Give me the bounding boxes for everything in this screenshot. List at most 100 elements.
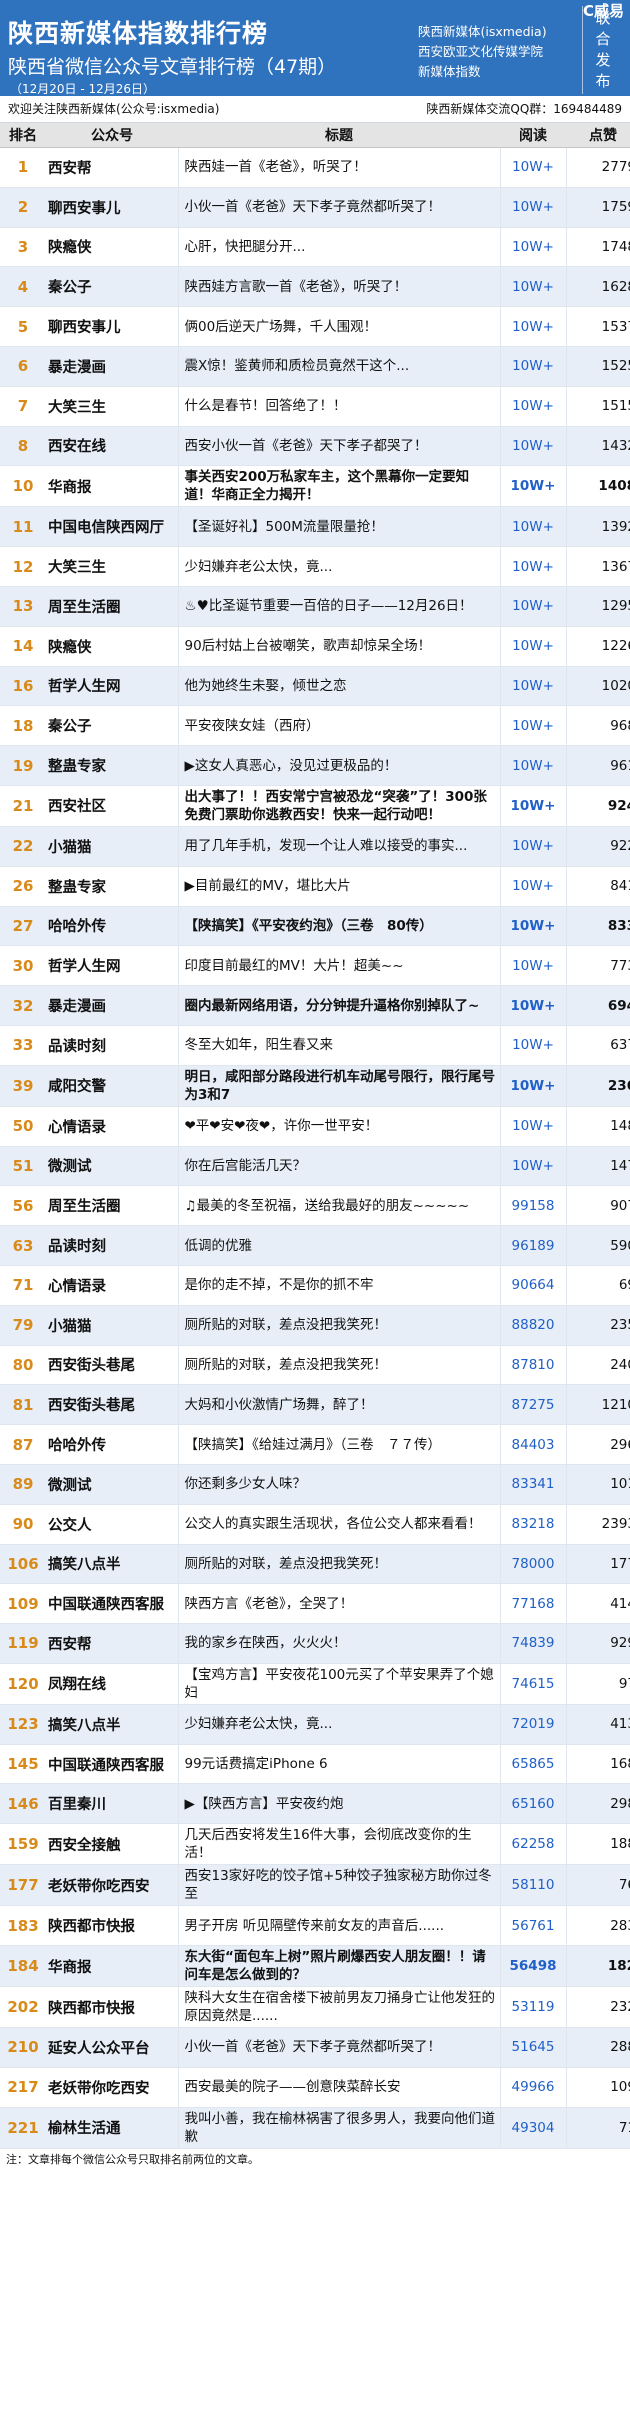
table-row[interactable]: 18秦公子平安夜陕女娃（西府）10W+968	[0, 705, 630, 747]
likes-cell: 1525	[565, 346, 630, 387]
table-row[interactable]: 80西安街头巷尾厕所贴的对联，差点没把我笑死！87810240	[0, 1345, 630, 1386]
table-row[interactable]: 184 华商报 东大街“面包车上树”照片刷爆西安人朋友圈！！请问车是怎么做到的？ 56…	[0, 1945, 630, 1988]
likes-cell: 97	[565, 1663, 630, 1705]
table-row[interactable]: 33品读时刻冬至大如年，阳生春又来10W+637	[0, 1025, 630, 1066]
table-row[interactable]: 87哈哈外传【陕搞笑】《给娃过满月》（三卷 ７７传）84403296	[0, 1424, 630, 1465]
table-row[interactable]: 26整蛊专家▶目前最红的MV，堪比大片10W+841	[0, 866, 630, 907]
reads-cell: 10W+	[499, 546, 566, 587]
title-cell: 明日，咸阳部分路段进行机车动尾号限行，限行尾号为3和7	[177, 1065, 500, 1107]
table-row[interactable]: 146百里秦川▶【陕西方言】平安夜约炮65160298	[0, 1783, 630, 1825]
table-row[interactable]: 210延安人公众平台小伙一首《老爸》天下孝子竟然都听哭了！51645288	[0, 2027, 630, 2068]
table-row[interactable]: 119西安帮我的家乡在陕西，火火火！74839929	[0, 1623, 630, 1664]
table-row[interactable]: 21 西安社区 出大事了！！西安常宁宫被恐龙“突袭”了！300张免费门票助你逃教西安…	[0, 785, 630, 827]
account-cell: 品读时刻	[46, 1225, 178, 1266]
table-row[interactable]: 51微测试你在后宫能活几天？10W+147	[0, 1146, 630, 1187]
table-row[interactable]: 3陕瘾侠心肝，快把腿分开...10W+1748	[0, 227, 630, 268]
likes-cell: 1748	[565, 227, 630, 268]
reads-cell: 10W+	[499, 985, 566, 1026]
table-row[interactable]: 79小猫猫厕所贴的对联，差点没把我笑死！88820235	[0, 1305, 630, 1346]
table-row[interactable]: 90公交人公交人的真实跟生活现状，各位公交人都来看看！832182393	[0, 1504, 630, 1545]
title-cell: 我叫小善，我在榆林祸害了很多男人，我要向他们道歉	[177, 2107, 500, 2149]
likes-cell: 236	[565, 1065, 630, 1107]
publisher-line: 新媒体指数	[418, 64, 481, 79]
table-row[interactable]: 56周至生活圈♫最美的冬至祝福，送给我最好的朋友~~~~~99158907	[0, 1185, 630, 1227]
likes-cell: 1295	[565, 586, 630, 627]
table-row[interactable]: 4秦公子陕西娃方言歌一首《老爸》，听哭了！10W+1628	[0, 266, 630, 308]
table-row[interactable]: 39咸阳交警明日，咸阳部分路段进行机车动尾号限行，限行尾号为3和710W+236	[0, 1065, 630, 1107]
title-cell: 是你的走不掉，不是你的抓不牢	[177, 1265, 500, 1306]
likes-cell: 637	[565, 1025, 630, 1066]
col-likes: 点赞	[566, 123, 630, 148]
likes-cell: 240	[565, 1345, 630, 1386]
table-row[interactable]: 27哈哈外传【陕搞笑】《平安夜约泡》（三卷 80传）10W+833	[0, 906, 630, 947]
table-row[interactable]: 123搞笑八点半少妇嫌弃老公太快，竟...72019413	[0, 1704, 630, 1745]
reads-cell: 10W+	[499, 187, 566, 228]
rank-cell: 56	[0, 1185, 46, 1227]
table-row[interactable]: 145中国联通陕西客服99元话费搞定iPhone 665865168	[0, 1744, 630, 1785]
table-row[interactable]: 183 陕西都市快报 男子开房 听见隔壁传来前女友的声音后...... 56761 28…	[0, 1905, 630, 1947]
table-row[interactable]: 109中国联通陕西客服陕西方言《老爸》，全哭了！77168414	[0, 1583, 630, 1625]
table-row[interactable]: 159西安全接触几天后西安将发生16件大事，会彻底改变你的生活！62258188	[0, 1823, 630, 1866]
table-row[interactable]: 16哲学人生网他为她终生未娶，倾世之恋10W+1020	[0, 666, 630, 707]
rank-cell: 32	[0, 985, 46, 1026]
rank-cell: 51	[0, 1146, 46, 1187]
table-row[interactable]: 14陕瘾侠90后村姑上台被嘲笑，歌声却惊呆全场！10W+1226	[0, 626, 630, 667]
table-row[interactable]: 177 老妖带你吃西安 西安13家好吃的饺子馆+5种饺子独家秘方助你过冬至 58110…	[0, 1864, 630, 1907]
rank-cell: 71	[0, 1265, 46, 1306]
table-row[interactable]: 2聊西安事儿小伙一首《老爸》天下孝子竟然都听哭了！10W+1759	[0, 187, 630, 228]
table-row[interactable]: 202 陕西都市快报 陕科大女生在宿舍楼下被前男友刀捅身亡让他发狂的原因竟然是...…	[0, 1986, 630, 2029]
rank-cell: 27	[0, 906, 46, 947]
table-row[interactable]: 106搞笑八点半厕所贴的对联，差点没把我笑死！78000177	[0, 1544, 630, 1585]
table-row[interactable]: 1西安帮陕西娃一首《老爸》，听哭了！10W+2779	[0, 147, 630, 188]
table-row[interactable]: 81西安街头巷尾大妈和小伙激情广场舞，醉了！872751210	[0, 1384, 630, 1426]
table-row[interactable]: 19整蛊专家▶这女人真恶心，没见过更极品的！10W+961	[0, 745, 630, 786]
account-cell: 微测试	[46, 1146, 178, 1187]
rank-cell: 202	[0, 1986, 46, 2029]
col-reads: 阅读	[500, 123, 566, 148]
reads-cell: 65160	[499, 1783, 566, 1825]
account-cell: 聊西安事儿	[46, 187, 178, 228]
reads-cell: 10W+	[499, 666, 566, 707]
account-cell: 西安在线	[46, 426, 178, 467]
title-cell: 出大事了！！西安常宁宫被恐龙“突袭”了！300张免费门票助你逃教西安！快来一起行…	[177, 785, 500, 827]
account-cell: 暴走漫画	[46, 346, 178, 387]
table-row[interactable]: 11中国电信陕西网厅【圣诞好礼】500M流量限量抢！10W+1392	[0, 506, 630, 548]
title-cell: 我的家乡在陕西，火火火！	[177, 1623, 500, 1664]
table-row[interactable]: 63品读时刻低调的优雅96189590	[0, 1225, 630, 1266]
table-row[interactable]: 221榆林生活通我叫小善，我在榆林祸害了很多男人，我要向他们道歉4930471	[0, 2107, 630, 2149]
likes-cell: 177	[565, 1544, 630, 1585]
rank-cell: 217	[0, 2067, 46, 2108]
table-row[interactable]: 71心情语录是你的走不掉，不是你的抓不牢9066469	[0, 1265, 630, 1306]
rank-cell: 119	[0, 1623, 46, 1664]
table-row[interactable]: 50心情语录❤平❤安❤夜❤，许你一世平安！10W+148	[0, 1106, 630, 1147]
account-cell: 华商报	[46, 465, 178, 508]
title-cell: 厕所贴的对联，差点没把我笑死！	[177, 1544, 500, 1585]
reads-cell: 96189	[499, 1225, 566, 1266]
rank-cell: 210	[0, 2027, 46, 2068]
likes-cell: 182	[565, 1945, 630, 1988]
table-row[interactable]: 10 华商报 事关西安200万私家车主，这个黑幕你一定要知道！华商正全力揭开！ 10W…	[0, 465, 630, 508]
title-cell: 【陕搞笑】《给娃过满月》（三卷 ７７传）	[177, 1424, 500, 1465]
title-cell: 陕西娃方言歌一首《老爸》，听哭了！	[177, 266, 500, 308]
rank-cell: 50	[0, 1106, 46, 1147]
table-row[interactable]: 30哲学人生网印度目前最红的MV！大片！超美~~10W+773	[0, 945, 630, 987]
table-row[interactable]: 7大笑三生什么是春节！回答绝了！！10W+1515	[0, 386, 630, 427]
table-row[interactable]: 22小猫猫用了几年手机，发现一个让人难以接受的事实...10W+922	[0, 826, 630, 867]
rank-cell: 1	[0, 147, 46, 188]
title-cell: 陕西方言《老爸》，全哭了！	[177, 1583, 500, 1625]
likes-cell: 298	[565, 1783, 630, 1825]
reads-cell: 84403	[499, 1424, 566, 1465]
table-row[interactable]: 13周至生活圈♨♥比圣诞节重要一百倍的日子——12月26日！10W+1295	[0, 586, 630, 627]
table-row[interactable]: 8西安在线西安小伙一首《老爸》天下孝子都哭了！10W+1432	[0, 426, 630, 467]
table-row[interactable]: 89微测试你还剩多少女人味？83341101	[0, 1464, 630, 1505]
likes-cell: 1537	[565, 306, 630, 347]
table-row[interactable]: 217老妖带你吃西安西安最美的院子——创意陕菜醉长安49966109	[0, 2067, 630, 2108]
title-cell: 几天后西安将发生16件大事，会彻底改变你的生活！	[177, 1823, 500, 1866]
table-row[interactable]: 5聊西安事儿俩00后逆天广场舞，千人围观！10W+1537	[0, 306, 630, 347]
table-row[interactable]: 32暴走漫画圈内最新网络用语，分分钟提升逼格你别掉队了~10W+694	[0, 985, 630, 1026]
account-cell: 搞笑八点半	[46, 1704, 178, 1745]
table-row[interactable]: 120凤翔在线【宝鸡方言】平安夜花100元买了个苹安果弄了个媳妇7461597	[0, 1663, 630, 1705]
reads-cell: 10W+	[499, 266, 566, 308]
table-row[interactable]: 12大笑三生少妇嫌弃老公太快，竟...10W+1367	[0, 546, 630, 587]
table-row[interactable]: 6暴走漫画震X惊！鉴黄师和质检员竟然干这个...10W+1525	[0, 346, 630, 387]
